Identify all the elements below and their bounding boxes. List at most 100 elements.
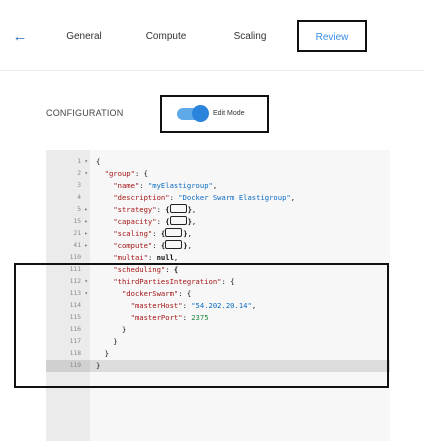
fold-closed-icon[interactable]: ▸ <box>84 240 88 252</box>
edit-mode-control[interactable]: Edit Mode <box>160 95 269 133</box>
edit-mode-toggle[interactable] <box>177 105 209 122</box>
gutter-cell: 15 ▸ <box>46 216 90 228</box>
code-line[interactable]: 118 } <box>46 348 390 360</box>
line-number: 41 <box>73 242 81 249</box>
gutter-cell: 118 <box>46 348 90 360</box>
code-line[interactable]: 113 ▾ "dockerSwarm": { <box>46 288 390 300</box>
json-punct: : <box>182 301 192 310</box>
gutter-cell: 116 <box>46 324 90 336</box>
tab-compute[interactable]: Compute <box>137 22 195 52</box>
collapsed-block-icon[interactable] <box>165 240 183 249</box>
json-punct <box>96 301 131 310</box>
json-key: "masterPort" <box>130 313 183 322</box>
json-punct: : <box>156 205 166 214</box>
json-punct: : <box>147 253 157 262</box>
code-text: "description": "Docker Swarm Elastigroup… <box>96 192 295 204</box>
json-key: "strategy" <box>113 205 157 214</box>
code-text: "masterHost": "54.202.20.14", <box>96 300 257 312</box>
code-line[interactable]: 3 "name": "myElastigroup", <box>46 180 390 192</box>
json-key: "description" <box>113 193 170 202</box>
code-line[interactable]: 110 "multai": null, <box>46 252 390 264</box>
code-line[interactable]: 115 "masterPort": 2375 <box>46 312 390 324</box>
gutter-cell: 4 <box>46 192 90 204</box>
json-punct: null <box>156 253 174 262</box>
code-text: { <box>96 156 100 168</box>
top-nav: ← General Compute Scaling Review <box>0 0 424 71</box>
code-line[interactable]: 21 ▸ "scaling": {}, <box>46 228 390 240</box>
code-line[interactable]: 15 ▸ "capacity": {}, <box>46 216 390 228</box>
code-text: "multai": null, <box>96 252 178 264</box>
json-string: "Docker Swarm Elastigroup" <box>178 193 291 202</box>
json-punct: : <box>182 313 192 322</box>
line-number: 117 <box>69 338 81 345</box>
gutter-cell: 41 ▸ <box>46 240 90 252</box>
code-line[interactable]: 112 ▾ "thirdPartiesIntegration": { <box>46 276 390 288</box>
json-punct: } <box>96 337 118 346</box>
code-line[interactable]: 111 "scheduling": { <box>46 264 390 276</box>
line-number: 111 <box>69 266 81 273</box>
code-line[interactable]: 1 ▾ { <box>46 156 390 168</box>
json-punct: : { <box>134 169 148 178</box>
fold-open-icon[interactable]: ▾ <box>84 276 88 288</box>
tab-scaling[interactable]: Scaling <box>224 22 276 52</box>
json-string: "myElastigroup" <box>147 181 213 190</box>
code-text: } <box>96 360 100 372</box>
code-line[interactable]: 41 ▸ "compute": {}, <box>46 240 390 252</box>
collapsed-block-icon[interactable] <box>169 216 187 225</box>
fold-open-icon[interactable]: ▾ <box>84 168 88 180</box>
code-line[interactable]: 5 ▸ "strategy": {}, <box>46 204 390 216</box>
json-punct: { <box>165 217 170 226</box>
gutter-cell: 115 <box>46 312 90 324</box>
code-text: } <box>96 324 126 336</box>
json-punct <box>96 253 113 262</box>
fold-closed-icon[interactable]: ▸ <box>84 228 88 240</box>
line-number: 116 <box>69 326 81 333</box>
code-line[interactable]: 119} <box>46 360 390 372</box>
code-text: "scheduling": { <box>96 264 178 276</box>
code-line[interactable]: 114 "masterHost": "54.202.20.14", <box>46 300 390 312</box>
line-number: 15 <box>73 218 81 225</box>
code-text: } <box>96 348 109 360</box>
collapsed-block-icon[interactable] <box>165 228 183 237</box>
fold-open-icon[interactable]: ▾ <box>84 156 88 168</box>
json-punct: : <box>156 217 166 226</box>
json-key: "masterHost" <box>130 301 183 310</box>
json-punct: , <box>290 193 296 202</box>
code-line[interactable]: 117 } <box>46 336 390 348</box>
fold-closed-icon[interactable]: ▸ <box>84 204 88 216</box>
code-text: "name": "myElastigroup", <box>96 180 217 192</box>
json-punct <box>96 313 131 322</box>
json-punct: , <box>191 217 197 226</box>
gutter-cell: 3 <box>46 180 90 192</box>
line-number: 3 <box>77 182 81 189</box>
code-line[interactable]: 116 } <box>46 324 390 336</box>
json-punct <box>96 169 105 178</box>
gutter-cell: 21 ▸ <box>46 228 90 240</box>
code-text: "capacity": {}, <box>96 216 196 228</box>
json-punct: , <box>212 181 218 190</box>
json-key: "dockerSwarm" <box>121 289 179 298</box>
line-number: 2 <box>77 170 81 177</box>
line-number: 4 <box>77 194 81 201</box>
arrow-left-icon[interactable]: ← <box>9 26 31 48</box>
code-line[interactable]: 2 ▾ "group": { <box>46 168 390 180</box>
code-text: "thirdPartiesIntegration": { <box>96 276 234 288</box>
code-text: "group": { <box>96 168 148 180</box>
collapsed-block-icon[interactable] <box>169 204 187 213</box>
json-editor[interactable]: 1 ▾{2 ▾ "group": {3 "name": "myElastigroup… <box>46 150 390 441</box>
tab-general[interactable]: General <box>56 22 112 52</box>
json-punct: : <box>152 241 161 250</box>
code-text: } <box>96 336 118 348</box>
line-number: 113 <box>69 290 81 297</box>
json-punct: } <box>96 325 127 334</box>
gutter-cell: 114 <box>46 300 90 312</box>
json-key: "name" <box>113 181 140 190</box>
fold-closed-icon[interactable]: ▸ <box>84 216 88 228</box>
gutter-cell: 113 ▾ <box>46 288 90 300</box>
tab-review[interactable]: Review <box>297 20 367 52</box>
line-number: 1 <box>77 158 81 165</box>
fold-open-icon[interactable]: ▾ <box>84 288 88 300</box>
gutter-cell: 119 <box>46 360 90 372</box>
json-key: "scaling" <box>113 229 153 238</box>
code-line[interactable]: 4 "description": "Docker Swarm Elastigro… <box>46 192 390 204</box>
